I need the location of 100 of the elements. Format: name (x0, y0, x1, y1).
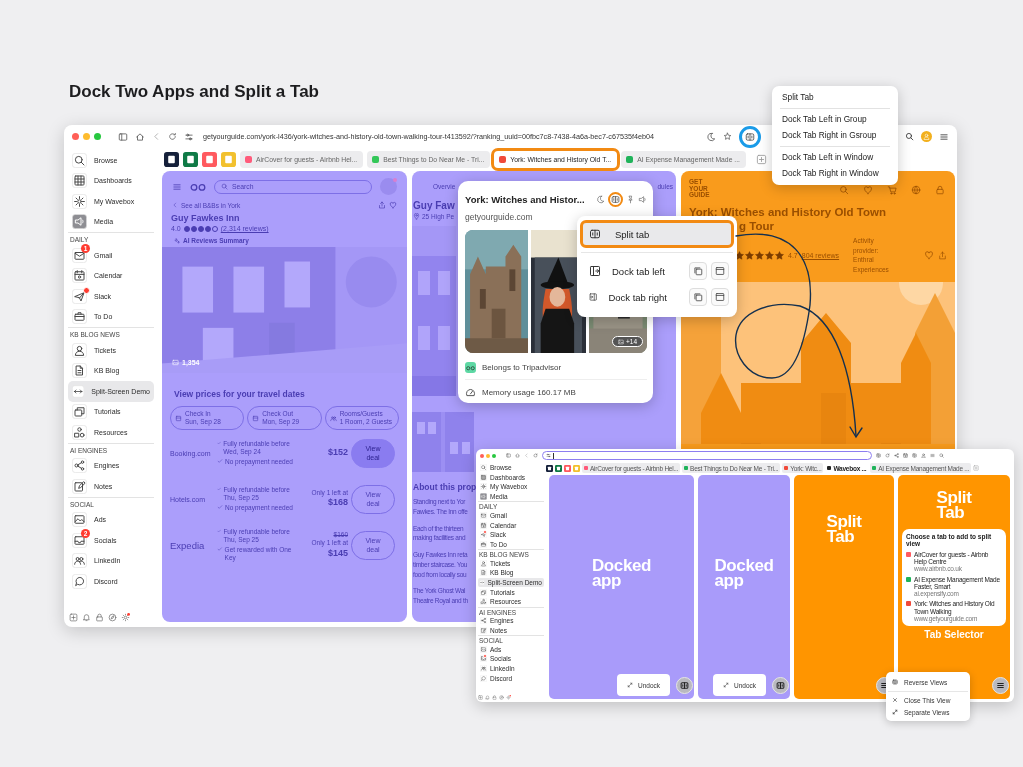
bell-icon[interactable] (82, 613, 91, 622)
home-icon[interactable] (515, 453, 520, 458)
copy-button[interactable] (689, 262, 707, 280)
share-icon (378, 201, 386, 209)
check-icon (217, 457, 223, 464)
menu-icon[interactable] (930, 453, 935, 458)
sidebar-toggle-icon[interactable] (118, 131, 128, 142)
menu-item[interactable]: Dock Tab Left in Group (776, 110, 894, 127)
network-icon[interactable] (894, 453, 899, 458)
panel-label: Split Tab (826, 515, 862, 545)
add-icon[interactable] (69, 613, 78, 622)
person-icon[interactable] (921, 453, 926, 458)
owner-text: Belongs to Tripadvisor (482, 363, 562, 372)
cart-icon[interactable] (887, 185, 897, 195)
sidebar-toggle-icon[interactable] (506, 453, 511, 458)
chip-icon (252, 414, 260, 422)
gear-icon[interactable] (506, 695, 511, 700)
avatar (380, 178, 397, 195)
new-tab-icon[interactable] (973, 465, 980, 471)
new-tab-icon[interactable] (756, 153, 767, 165)
split-view-icon (745, 131, 755, 142)
menu-item[interactable]: Dock Tab Left in Window (776, 148, 894, 165)
provider-name: Expedia (170, 539, 205, 551)
calendar-icon[interactable] (903, 453, 908, 458)
hotel-name: Guy Fawkes Inn (170, 212, 241, 224)
home-icon[interactable] (135, 131, 145, 142)
heart-icon[interactable] (924, 250, 934, 261)
panel-label: Split Tab (936, 491, 972, 521)
globe-icon[interactable] (911, 185, 921, 195)
tour-title: York: Witches and History Old Town (688, 204, 887, 220)
image-icon (172, 359, 179, 366)
location-icon (413, 213, 420, 220)
pinned-tab[interactable] (164, 151, 179, 167)
search-icon (221, 183, 228, 190)
window-button[interactable] (711, 288, 729, 306)
reload-icon[interactable] (533, 453, 538, 458)
page-heading: Dock Two Apps and Split a Tab (69, 82, 319, 102)
menu-item[interactable]: Dock Tab Right in Gsroup (776, 127, 894, 144)
expand-icon (626, 682, 633, 688)
lock-icon[interactable] (95, 613, 104, 622)
sparkle-icon (174, 237, 180, 244)
share-icon[interactable] (938, 250, 947, 260)
menu-icon[interactable] (939, 131, 949, 142)
copy-button[interactable] (689, 288, 707, 306)
pinned-tab[interactable] (546, 464, 553, 472)
split-view-button[interactable] (739, 125, 761, 148)
split-view-icon (776, 680, 785, 690)
menu-icon (996, 680, 1005, 690)
back-icon[interactable] (152, 132, 161, 141)
back-icon[interactable] (524, 453, 529, 458)
expand-icon (892, 709, 898, 715)
split-view-icon[interactable] (912, 453, 917, 458)
split-view-icon[interactable] (876, 453, 881, 458)
tour-title: g Tour (738, 219, 775, 235)
split-view-button[interactable] (608, 192, 623, 207)
lock-icon[interactable] (492, 695, 497, 700)
price: $152 (327, 447, 348, 459)
search-icon[interactable] (905, 132, 914, 141)
owl-logo-icon (465, 362, 476, 373)
section-heading: View prices for your travel dates (173, 388, 306, 401)
speaker-icon[interactable] (638, 195, 647, 204)
moon-icon[interactable] (596, 195, 605, 204)
avatar[interactable] (921, 131, 932, 142)
menu-item[interactable]: Dock Tab Right in Window (776, 165, 894, 182)
view-options-button[interactable] (992, 676, 1009, 694)
check-icon (217, 546, 223, 552)
menu-item[interactable]: Dock tab left (581, 258, 733, 284)
compass-icon[interactable] (499, 695, 504, 700)
bell-icon[interactable] (485, 695, 490, 700)
back-icon (172, 202, 178, 208)
view-options-button[interactable] (772, 676, 789, 694)
tab-title: York: Witches and Histor... (465, 194, 586, 205)
menu-item[interactable]: Split Tab (776, 89, 894, 106)
site-settings-icon[interactable] (184, 131, 194, 142)
owl-logo-icon (190, 181, 206, 192)
split-view-icon (611, 195, 620, 204)
menu-item[interactable]: Dock tab right (581, 284, 733, 310)
section-heading: About this prop (413, 482, 477, 492)
star-icon[interactable] (723, 132, 732, 141)
reload-icon[interactable] (885, 453, 890, 458)
moon-icon[interactable] (706, 131, 716, 142)
split-view-icon (589, 228, 601, 240)
add-icon[interactable] (478, 695, 483, 700)
window-button[interactable] (711, 262, 729, 280)
reload-icon[interactable] (168, 132, 177, 141)
pin-icon[interactable] (626, 195, 635, 204)
lock-icon[interactable] (935, 185, 945, 195)
domain-text: getyourguide.com (465, 212, 534, 222)
panel-label: Docked app (592, 559, 651, 589)
panel-label: Docked app (714, 559, 774, 589)
heart-icon[interactable] (863, 185, 873, 195)
memory-text: Memory usage 160.17 MB (482, 387, 576, 397)
menu-item[interactable]: Split tab (581, 221, 733, 247)
split-view-icon (680, 680, 689, 690)
site-settings-icon (546, 453, 551, 458)
caption: Tab Selector (924, 629, 984, 641)
close-icon (892, 697, 898, 703)
compass-icon[interactable] (108, 613, 117, 622)
view-options-button[interactable] (676, 676, 693, 694)
gear-icon[interactable] (121, 613, 130, 622)
